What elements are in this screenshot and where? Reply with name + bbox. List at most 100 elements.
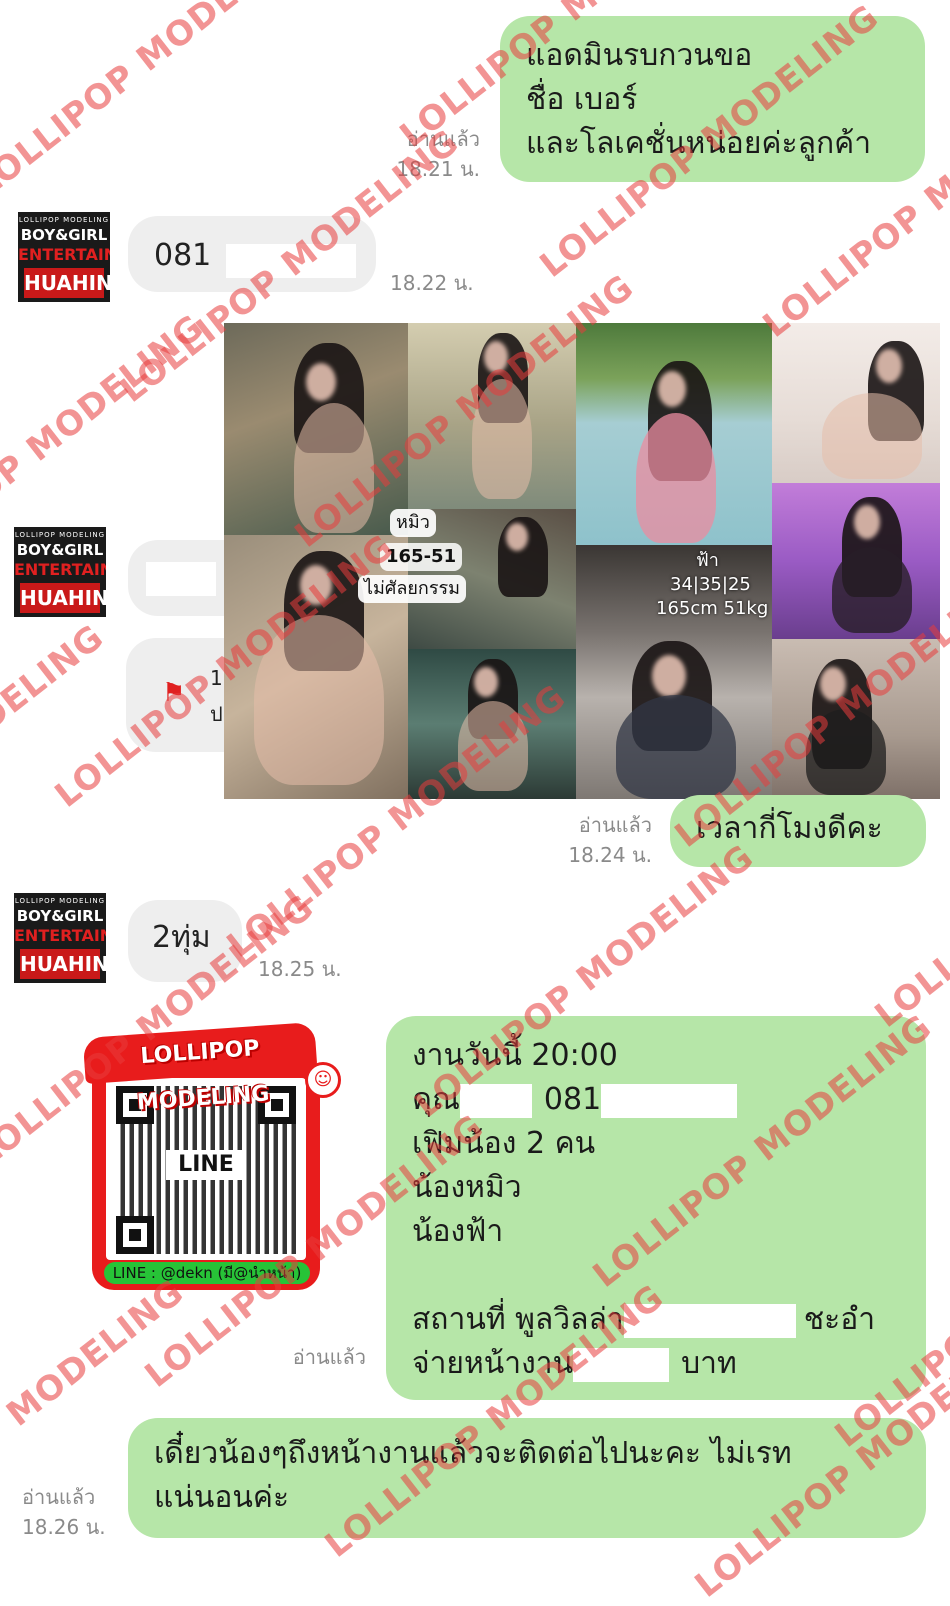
line-id-label: LINE : @dekn (มี@นำหน้า) xyxy=(104,1262,310,1284)
photo[interactable] xyxy=(576,323,772,545)
timestamp: 18.26 น. xyxy=(22,1515,106,1539)
avatar-line2: ENTERTAIN xyxy=(14,926,106,945)
timestamp: 18.22 น. xyxy=(390,271,474,295)
message-line: แน่นอนค่ะ xyxy=(154,1480,290,1515)
message-line: และโลเคชั่นหน่อยค่ะลูกค้า xyxy=(526,126,872,161)
message-text: สถานที่ พูลวิลล่า xyxy=(412,1302,624,1337)
message-line: สถานที่ พูลวิลล่า ชะอำ xyxy=(412,1298,900,1342)
photo-figure xyxy=(306,363,336,401)
avatar[interactable]: LOLLIPOP MODELING BOY&GIRL ENTERTAIN HUA… xyxy=(18,212,110,302)
timestamp: 18.25 น. xyxy=(258,957,342,981)
message-text: ป xyxy=(210,702,223,726)
photo-figure xyxy=(854,505,880,539)
message-spacer xyxy=(412,1254,900,1298)
photo-figure xyxy=(472,379,532,499)
photo-figure xyxy=(458,701,528,791)
message-bubble-incoming[interactable]: 081 xyxy=(128,216,376,292)
smiley-icon: ☺ xyxy=(305,1062,341,1098)
read-status: อ่านแล้ว xyxy=(22,1485,96,1509)
message-bubble-outgoing[interactable]: งานวันนี้ 20:00 คุณ 081 เฟิมน้อง 2 คน น้อ… xyxy=(386,1016,926,1400)
avatar-line3: HUAHIN xyxy=(20,583,106,613)
read-status: อ่านแล้ว xyxy=(292,1345,366,1369)
model-size-label: 165cm 51kg xyxy=(656,598,769,619)
avatar[interactable]: LOLLIPOP MODELING BOY&GIRL ENTERTAIN HUA… xyxy=(14,527,106,617)
message-line: จ่ายหน้างาน บาท xyxy=(412,1342,900,1386)
message-text: คุณ xyxy=(412,1082,460,1117)
avatar-small-text: LOLLIPOP MODELING xyxy=(14,897,106,905)
message-text: 2ทุ่ม xyxy=(152,920,211,955)
photo-figure xyxy=(616,695,736,799)
photo[interactable] xyxy=(772,323,940,483)
photo-figure xyxy=(300,565,332,605)
avatar[interactable]: LOLLIPOP MODELING BOY&GIRL ENTERTAIN HUA… xyxy=(14,893,106,983)
avatar-line3: HUAHIN xyxy=(20,949,106,979)
model-note-label: ไม่ศัลยกรรม xyxy=(358,575,467,603)
message-meta: อ่านแล้ว 18.24 น. xyxy=(568,810,652,870)
photo-figure xyxy=(506,523,528,551)
message-bubble-outgoing[interactable]: เวลากี่โมงดีคะ xyxy=(670,795,926,867)
message-line: เดี๋ยวน้องๆถึงหน้างานแล้วจะติดต่อไปนะคะ … xyxy=(154,1436,792,1471)
message-bubble-outgoing[interactable]: เดี๋ยวน้องๆถึงหน้างานแล้วจะติดต่อไปนะคะ … xyxy=(128,1418,926,1538)
flag-icon: ⚑ xyxy=(162,678,186,708)
watermark: LOLLIPOP MODELING xyxy=(0,0,322,206)
photo-figure xyxy=(652,655,686,697)
photo[interactable] xyxy=(224,323,408,535)
message-text: 1 xyxy=(210,666,223,690)
avatar-line1: BOY&GIRL xyxy=(16,541,104,559)
message-text: จ่ายหน้างาน xyxy=(412,1346,574,1381)
photo[interactable] xyxy=(772,639,940,799)
photo-figure xyxy=(806,709,886,795)
redaction xyxy=(226,243,357,278)
message-meta: อ่านแล้ว 18.21 น. xyxy=(396,124,480,184)
redaction xyxy=(146,562,216,596)
read-status: อ่านแล้ว xyxy=(406,127,480,151)
model-name-label: ฟ้า xyxy=(696,550,719,571)
watermark: LOLLIPOP MODELING xyxy=(0,617,112,906)
message-line: คุณ 081 xyxy=(412,1078,900,1122)
redaction xyxy=(623,1303,796,1338)
photo-collage[interactable]: หมิว 165-51 ไม่ศัลยกรรม ฟ้า 34|35|25 165… xyxy=(224,323,940,799)
message-line: งานวันนี้ 20:00 xyxy=(412,1038,618,1073)
photo[interactable] xyxy=(408,649,576,799)
photo-figure xyxy=(822,393,922,479)
redaction xyxy=(459,1083,532,1118)
message-text: 081 xyxy=(154,238,212,273)
message-bubble-incoming[interactable]: 2ทุ่ม xyxy=(128,900,242,982)
photo-figure xyxy=(832,547,912,633)
photo-figure xyxy=(294,403,374,533)
redaction xyxy=(601,1083,738,1118)
message-line: น้องฟ้า xyxy=(412,1214,504,1249)
model-size-label: 165-51 xyxy=(380,543,463,571)
photo-figure xyxy=(636,413,716,543)
message-line: เฟิมน้อง 2 คน xyxy=(412,1126,596,1161)
message-text: ชะอำ xyxy=(803,1302,876,1337)
message-text: เวลากี่โมงดีคะ xyxy=(696,811,883,846)
avatar-line1: BOY&GIRL xyxy=(16,907,104,925)
redaction xyxy=(573,1347,670,1382)
photo[interactable] xyxy=(408,323,576,509)
model-name-label: หมิว xyxy=(390,509,436,537)
timestamp: 18.24 น. xyxy=(568,843,652,867)
message-line: แอดมินรบกวนขอ xyxy=(526,38,753,73)
photo-figure xyxy=(658,371,686,407)
photo-figure xyxy=(254,615,384,785)
message-meta: อ่านแล้ว 18.26 น. xyxy=(22,1482,106,1542)
qr-finder xyxy=(116,1216,154,1254)
message-text: 081 xyxy=(543,1082,602,1117)
avatar-line2: ENTERTAIN xyxy=(18,245,110,264)
qr-center-label: LINE xyxy=(166,1150,246,1180)
photo-figure xyxy=(484,341,508,373)
message-line: น้องหมิว xyxy=(412,1170,522,1205)
avatar-small-text: LOLLIPOP MODELING xyxy=(14,531,106,539)
avatar-line2: ENTERTAIN xyxy=(14,560,106,579)
timestamp: 18.21 น. xyxy=(396,157,480,181)
photo-figure xyxy=(876,349,902,383)
photo-figure xyxy=(820,667,846,701)
message-line: ชื่อ เบอร์ xyxy=(526,82,638,117)
photo-figure xyxy=(474,667,498,697)
message-bubble-outgoing[interactable]: แอดมินรบกวนขอ ชื่อ เบอร์ และโลเคชั่นหน่อ… xyxy=(500,16,925,182)
photo[interactable] xyxy=(772,483,940,639)
avatar-line3: HUAHIN xyxy=(24,268,110,298)
avatar-small-text: LOLLIPOP MODELING xyxy=(18,216,110,224)
model-stats-label: 34|35|25 xyxy=(670,574,751,595)
